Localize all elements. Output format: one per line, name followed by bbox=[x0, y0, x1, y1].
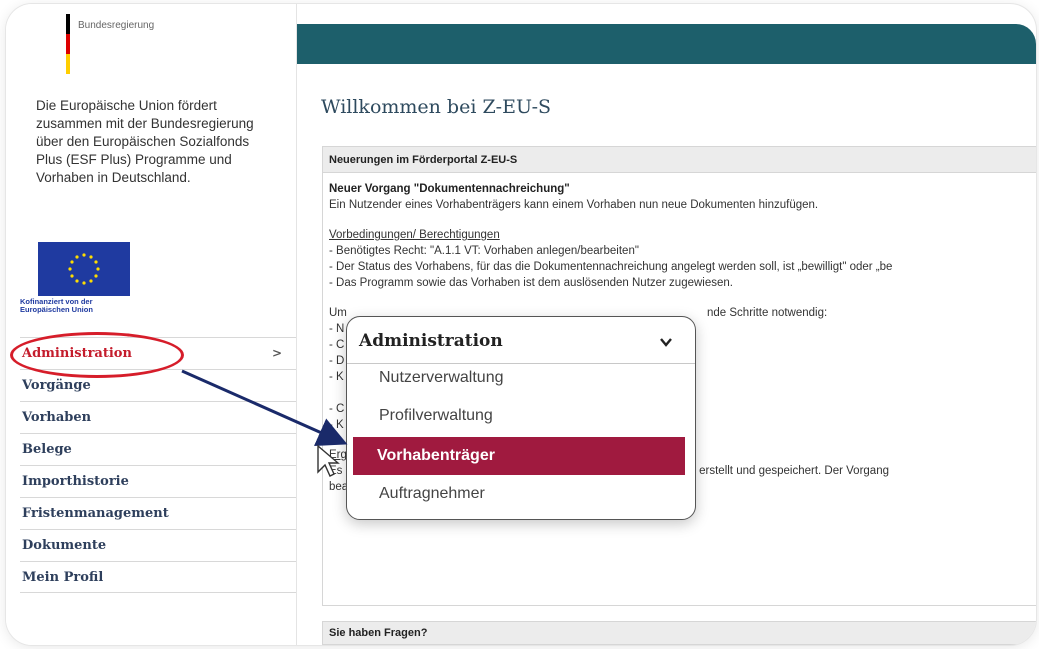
annotation-overlay bbox=[181, 369, 348, 477]
annotation-arrow bbox=[181, 369, 348, 446]
screenshot-frame: Bundesregierung Die Europäische Union fö… bbox=[6, 4, 1036, 645]
mouse-cursor-icon bbox=[317, 444, 340, 477]
